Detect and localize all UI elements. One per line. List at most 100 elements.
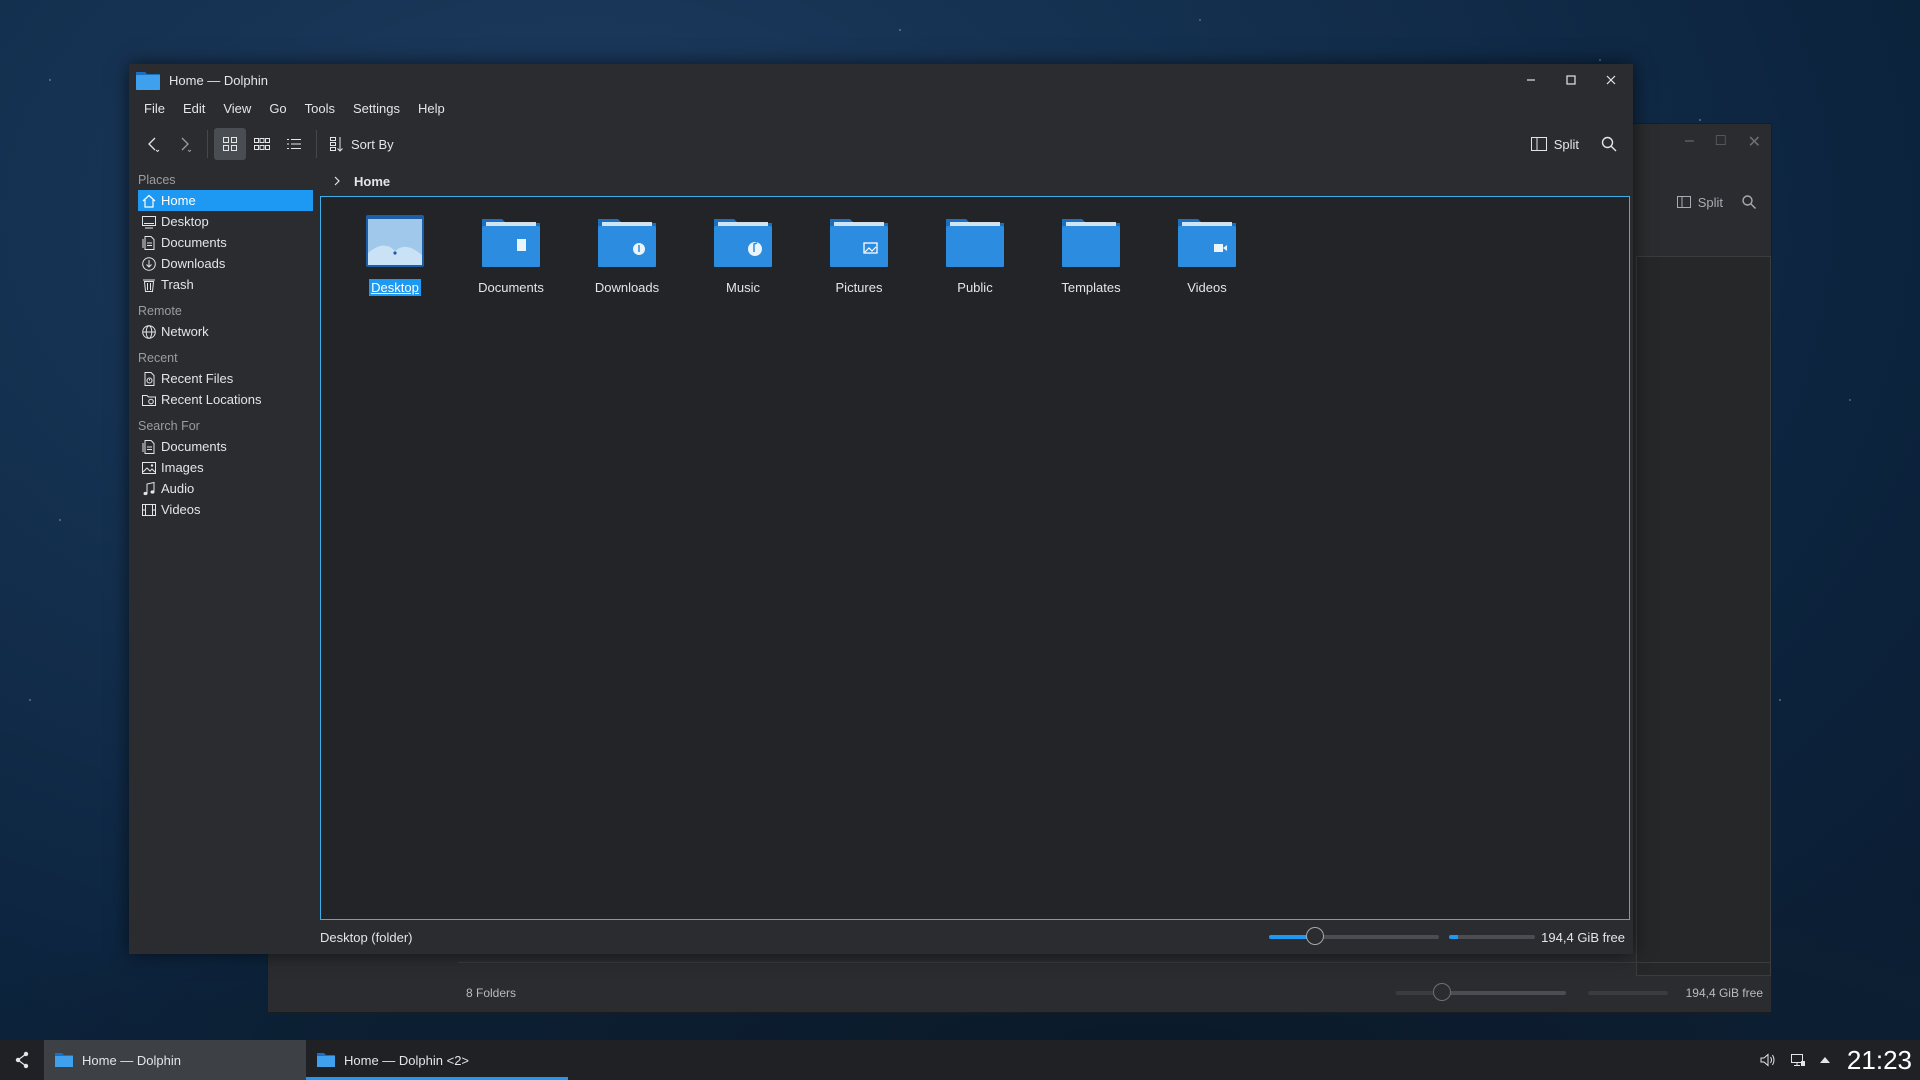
sidebar-item-search-documents[interactable]: Documents bbox=[138, 436, 313, 457]
task-dolphin-1[interactable]: Home — Dolphin bbox=[44, 1040, 306, 1080]
folder-item-desktop[interactable]: Desktop bbox=[337, 213, 453, 296]
background-space-bar bbox=[1587, 991, 1668, 995]
sort-by-label: Sort By bbox=[351, 136, 394, 152]
window-title: Home — Dolphin bbox=[169, 72, 268, 88]
menu-help[interactable]: Help bbox=[409, 96, 454, 122]
menu-view[interactable]: View bbox=[214, 96, 260, 122]
search-documents-icon bbox=[142, 439, 155, 454]
minimize-button[interactable] bbox=[1515, 68, 1547, 92]
background-split-label: Split bbox=[1697, 194, 1723, 210]
application-launcher[interactable] bbox=[0, 1040, 44, 1080]
clock[interactable]: 21:23 bbox=[1847, 1045, 1912, 1076]
menu-bar: File Edit View Go Tools Settings Help bbox=[129, 96, 1633, 122]
taskbar: Home — Dolphin Home — Dolphin <2> 21:23 bbox=[0, 1040, 1920, 1080]
background-status-bar: 8 Folders 194,4 GiB free bbox=[458, 962, 1771, 1012]
background-free-space: 194,4 GiB free bbox=[1685, 986, 1763, 1000]
dolphin-task-icon bbox=[55, 1053, 73, 1067]
sidebar-item-label: Images bbox=[161, 460, 204, 475]
sidebar-item-desktop[interactable]: Desktop bbox=[138, 211, 313, 232]
close-button[interactable] bbox=[1595, 68, 1627, 92]
background-status-info: 8 Folders bbox=[466, 986, 517, 1000]
desktop-folder-icon bbox=[366, 215, 424, 267]
sidebar-item-network[interactable]: Network bbox=[138, 321, 313, 342]
folder-name: Downloads bbox=[594, 280, 660, 295]
background-split-button[interactable]: Split bbox=[1676, 194, 1723, 210]
search-icon[interactable] bbox=[1741, 194, 1757, 210]
menu-file[interactable]: File bbox=[135, 96, 174, 122]
maximize-button[interactable] bbox=[1555, 68, 1587, 92]
places-panel: Places Home Desktop Documents Downloads … bbox=[129, 166, 313, 954]
breadcrumb: Home bbox=[320, 166, 390, 196]
folder-name: Documents bbox=[478, 280, 544, 295]
folder-icon bbox=[598, 219, 656, 267]
forward-arrow-icon bbox=[181, 137, 192, 153]
window-controls bbox=[1515, 68, 1627, 92]
file-view[interactable]: Desktop Documents Downloads Music Pictures Pu… bbox=[320, 196, 1630, 920]
task-dolphin-2[interactable]: Home — Dolphin <2> bbox=[306, 1040, 568, 1080]
split-button[interactable]: Split bbox=[1524, 128, 1585, 160]
search-icon bbox=[1601, 136, 1617, 152]
folder-item-public[interactable]: Public bbox=[917, 213, 1033, 296]
folder-item-videos[interactable]: Videos bbox=[1149, 213, 1265, 296]
compact-view-button[interactable] bbox=[246, 128, 278, 160]
forward-button[interactable] bbox=[169, 128, 201, 160]
folder-item-documents[interactable]: Documents bbox=[453, 213, 569, 296]
sidebar-item-label: Documents bbox=[161, 439, 227, 454]
breadcrumb-home[interactable]: Home bbox=[354, 174, 390, 189]
title-bar[interactable]: Home — Dolphin bbox=[129, 64, 1633, 96]
zoom-slider[interactable] bbox=[1269, 927, 1440, 945]
folder-item-downloads[interactable]: Downloads bbox=[569, 213, 685, 296]
folder-name: Public bbox=[957, 280, 993, 295]
sidebar-item-label: Downloads bbox=[161, 256, 226, 271]
sidebar-item-recent-locations[interactable]: Recent Locations bbox=[138, 389, 313, 410]
search-button[interactable] bbox=[1593, 128, 1625, 160]
folder-item-templates[interactable]: Templates bbox=[1033, 213, 1149, 296]
chevron-right-icon[interactable] bbox=[332, 175, 342, 187]
background-toolbar-right: Split bbox=[1676, 194, 1757, 210]
places-group-header: Places bbox=[138, 173, 176, 187]
back-button[interactable] bbox=[137, 128, 169, 160]
sidebar-item-recent-files[interactable]: Recent Files bbox=[138, 368, 313, 389]
sidebar-item-downloads[interactable]: Downloads bbox=[138, 253, 313, 274]
details-view-button[interactable] bbox=[278, 128, 310, 160]
split-icon bbox=[1530, 137, 1547, 151]
details-view-icon bbox=[287, 139, 301, 149]
launcher-icon bbox=[15, 1051, 29, 1069]
sort-by-button[interactable]: Sort By bbox=[323, 128, 400, 160]
background-view-area bbox=[1636, 256, 1771, 976]
sidebar-item-home[interactable]: Home bbox=[138, 190, 313, 211]
tray-expand-icon[interactable] bbox=[1819, 1054, 1831, 1066]
close-icon[interactable]: ✕ bbox=[1748, 132, 1761, 152]
menu-settings[interactable]: Settings bbox=[344, 96, 409, 122]
recent-files-icon bbox=[144, 371, 155, 386]
split-label: Split bbox=[1553, 136, 1579, 152]
zoom-slider-handle[interactable] bbox=[1306, 927, 1325, 945]
search-for-group-header: Search For bbox=[138, 419, 200, 433]
sidebar-item-audio[interactable]: Audio bbox=[138, 478, 313, 499]
sidebar-item-documents[interactable]: Documents bbox=[138, 232, 313, 253]
sidebar-item-images[interactable]: Images bbox=[138, 457, 313, 478]
folder-item-pictures[interactable]: Pictures bbox=[801, 213, 917, 296]
folder-icon bbox=[946, 219, 1004, 267]
volume-icon[interactable] bbox=[1759, 1051, 1777, 1069]
maximize-icon bbox=[1566, 75, 1576, 85]
task-label: Home — Dolphin bbox=[82, 1052, 181, 1068]
sidebar-item-videos[interactable]: Videos bbox=[138, 499, 313, 520]
dolphin-window[interactable]: Home — Dolphin File Edit View Go Tools S… bbox=[129, 64, 1633, 954]
folder-item-music[interactable]: Music bbox=[685, 213, 801, 296]
folder-name: Pictures bbox=[835, 280, 883, 295]
minimize-icon[interactable]: – bbox=[1685, 132, 1694, 152]
compact-view-icon bbox=[254, 138, 270, 150]
menu-go[interactable]: Go bbox=[260, 96, 295, 122]
menu-edit[interactable]: Edit bbox=[174, 96, 214, 122]
dolphin-task-icon bbox=[317, 1053, 335, 1067]
downloads-icon bbox=[142, 256, 156, 271]
sidebar-item-trash[interactable]: Trash bbox=[138, 274, 313, 295]
background-zoom-slider[interactable] bbox=[1395, 983, 1566, 1001]
sidebar-item-label: Recent Files bbox=[161, 371, 234, 386]
icons-view-button[interactable] bbox=[214, 128, 246, 160]
sidebar-item-label: Audio bbox=[161, 481, 195, 496]
menu-tools[interactable]: Tools bbox=[296, 96, 344, 122]
network-status-icon[interactable] bbox=[1789, 1051, 1807, 1069]
maximize-icon[interactable]: □ bbox=[1716, 132, 1726, 152]
